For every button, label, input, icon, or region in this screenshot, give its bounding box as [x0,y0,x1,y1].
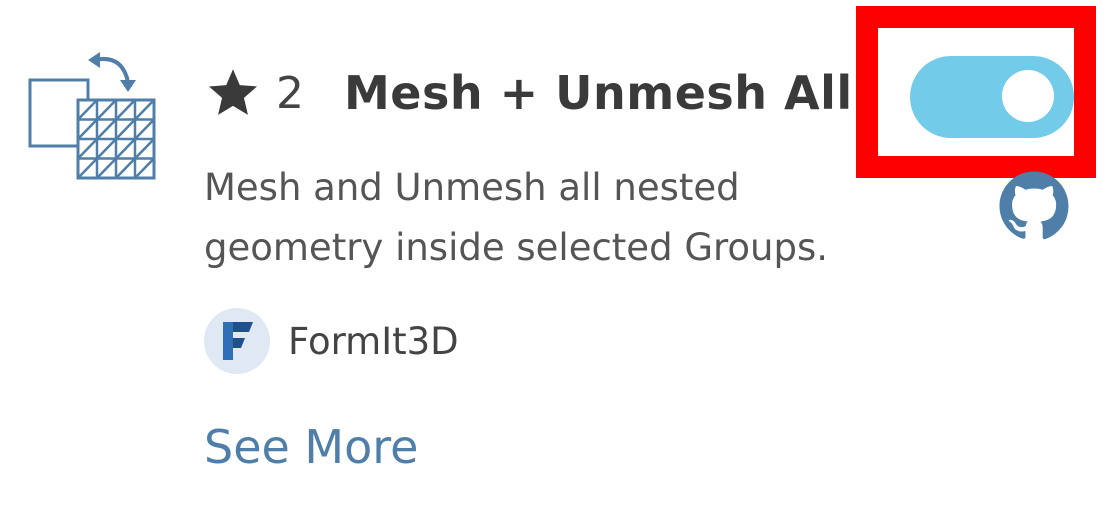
formit-logo-icon [204,308,270,374]
plugin-card: 2 Mesh + Unmesh All Mesh and Unmesh all … [0,0,1118,529]
plugin-title: Mesh + Unmesh All [344,66,853,120]
plugin-description: Mesh and Unmesh all nested geometry insi… [204,166,828,269]
star-icon [208,69,258,115]
enable-toggle[interactable] [910,56,1074,138]
author-name: FormIt3D [288,319,459,363]
plugin-header: 2 Mesh + Unmesh All [204,58,853,128]
toggle-knob [1002,70,1054,122]
star-count: 2 [276,67,304,119]
author[interactable]: FormIt3D [204,308,459,374]
mesh-unmesh-icon [28,52,156,180]
github-icon[interactable] [998,170,1070,242]
see-more-link[interactable]: See More [204,420,418,474]
